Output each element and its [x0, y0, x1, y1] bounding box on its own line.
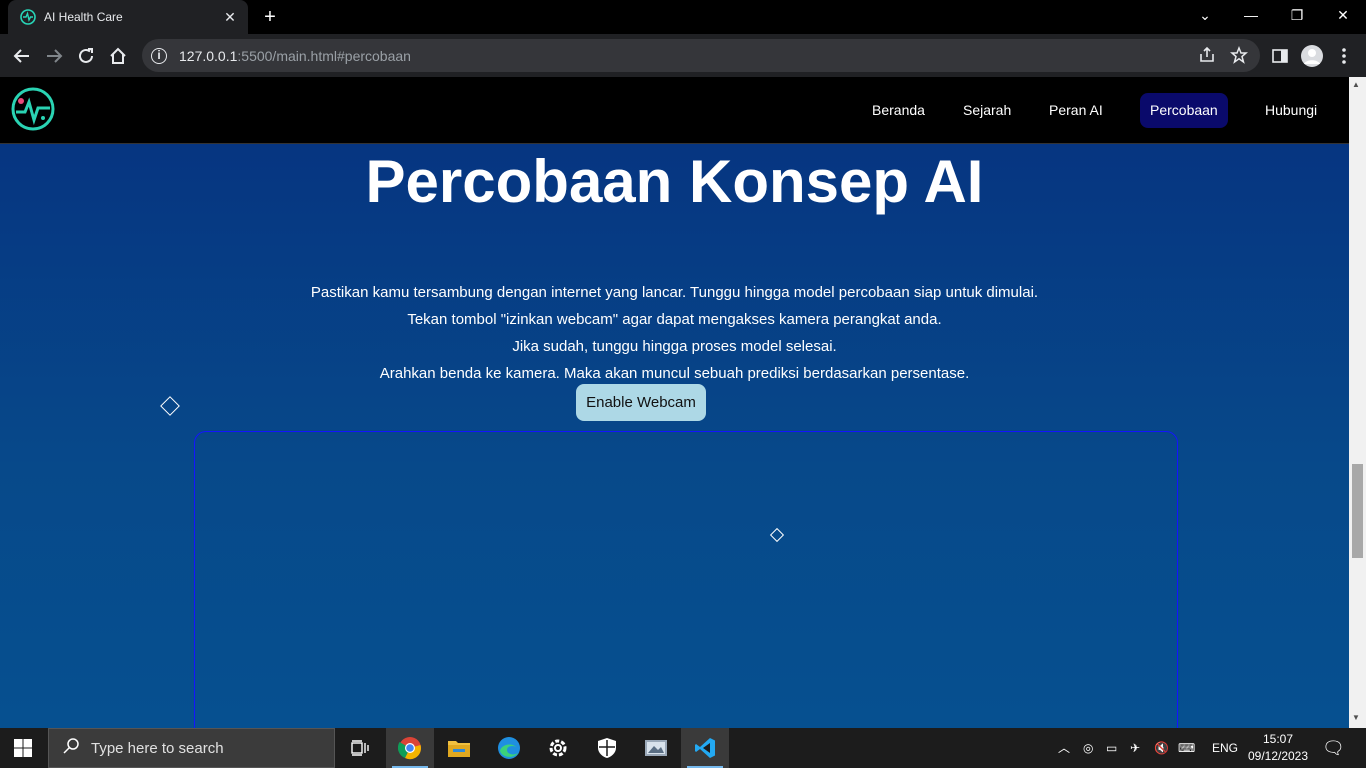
clock-time: 15:07 — [1262, 732, 1294, 746]
language-indicator[interactable]: ENG — [1212, 728, 1238, 768]
instruction-line: Pastikan kamu tersambung dengan internet… — [310, 284, 1039, 301]
browser-tab-strip: AI Health Care ✕ + ⌄ — ❐ ✕ — [0, 0, 1366, 34]
taskbar-search-box[interactable]: Type here to search — [48, 728, 335, 768]
system-clock[interactable]: 15:07 09/12/2023 — [1244, 731, 1312, 765]
instruction-line: Arahkan benda ke kamera. Maka akan muncu… — [379, 365, 970, 382]
minimize-button[interactable]: — — [1228, 0, 1274, 30]
scroll-down-arrow-icon[interactable]: ▼ — [1352, 713, 1360, 722]
nav-beranda[interactable]: Beranda — [862, 93, 935, 128]
page-heading: Percobaan Konsep AI — [365, 148, 984, 215]
nav-hubungi[interactable]: Hubungi — [1255, 93, 1327, 128]
task-view-icon[interactable] — [336, 728, 384, 768]
address-bar[interactable]: i 127.0.0.1:5500/main.html#percobaan — [142, 39, 1260, 72]
ai-health-care-favicon — [20, 9, 36, 25]
instruction-line: Tekan tombol "izinkan webcam" agar dapat… — [407, 311, 942, 328]
settings-icon[interactable] — [534, 728, 582, 768]
forward-icon[interactable] — [40, 42, 68, 70]
keyboard-icon[interactable]: ⌨ — [1178, 728, 1195, 768]
profile-avatar[interactable] — [1298, 42, 1326, 70]
new-tab-button[interactable]: + — [258, 6, 282, 28]
security-icon[interactable] — [583, 728, 631, 768]
page-scrollbar[interactable] — [1349, 77, 1366, 728]
battery-icon[interactable]: ▭ — [1106, 728, 1117, 768]
enable-webcam-button[interactable]: Enable Webcam — [576, 384, 706, 421]
browser-tab[interactable]: AI Health Care ✕ — [8, 0, 248, 34]
photos-icon[interactable] — [632, 728, 680, 768]
home-icon[interactable] — [104, 42, 132, 70]
webcam-container — [194, 431, 1178, 728]
scroll-up-arrow-icon[interactable]: ▲ — [1352, 80, 1360, 89]
restore-button[interactable]: ❐ — [1274, 0, 1320, 30]
nav-percobaan[interactable]: Percobaan — [1140, 93, 1228, 128]
tab-close-icon[interactable]: ✕ — [218, 9, 242, 26]
show-hidden-icons-icon[interactable]: ︿ — [1058, 728, 1070, 768]
close-window-button[interactable]: ✕ — [1320, 0, 1366, 30]
url-text: 127.0.0.1:5500/main.html#percobaan — [179, 47, 411, 64]
page-viewport: Beranda Sejarah Peran AI Percobaan Hubun… — [0, 77, 1349, 728]
browser-toolbar: i 127.0.0.1:5500/main.html#percobaan — [0, 34, 1366, 77]
instructions: Pastikan kamu tersambung dengan internet… — [0, 279, 1349, 387]
instruction-line: Jika sudah, tunggu hingga proses model s… — [512, 338, 837, 355]
back-icon[interactable] — [8, 42, 36, 70]
camera-tray-icon[interactable]: ◎ — [1083, 728, 1093, 768]
windows-start-icon[interactable] — [14, 739, 32, 757]
site-info-icon[interactable]: i — [151, 47, 167, 64]
search-placeholder: Type here to search — [91, 739, 224, 757]
search-icon — [63, 737, 79, 759]
file-explorer-icon[interactable] — [435, 728, 483, 768]
edge-icon[interactable] — [485, 728, 533, 768]
bookmark-star-icon[interactable] — [1230, 45, 1248, 69]
volume-muted-icon[interactable]: 🔇 — [1154, 728, 1169, 768]
reload-icon[interactable] — [72, 42, 100, 70]
scroll-thumb[interactable] — [1352, 464, 1363, 558]
tab-search-icon[interactable]: ⌄ — [1182, 0, 1228, 30]
browser-menu-icon[interactable] — [1330, 42, 1358, 70]
share-icon[interactable] — [1198, 46, 1216, 69]
nav-sejarah[interactable]: Sejarah — [953, 93, 1021, 128]
network-icon[interactable]: ✈ — [1130, 728, 1140, 768]
chrome-icon[interactable] — [386, 728, 434, 768]
side-panel-icon[interactable] — [1266, 42, 1294, 70]
clock-date: 09/12/2023 — [1247, 749, 1309, 763]
decorative-diamond — [160, 396, 180, 416]
site-navbar: Beranda Sejarah Peran AI Percobaan Hubun… — [0, 77, 1349, 144]
ai-health-care-logo[interactable] — [10, 86, 56, 132]
vscode-icon[interactable] — [681, 728, 729, 768]
tab-title: AI Health Care — [44, 10, 123, 24]
notification-center-icon[interactable]: 🗨 — [1322, 728, 1345, 768]
windows-taskbar: Type here to search ︿ ◎ ▭ ✈ 🔇 ⌨ ENG 15:0… — [0, 728, 1366, 768]
nav-peran-ai[interactable]: Peran AI — [1039, 93, 1113, 128]
